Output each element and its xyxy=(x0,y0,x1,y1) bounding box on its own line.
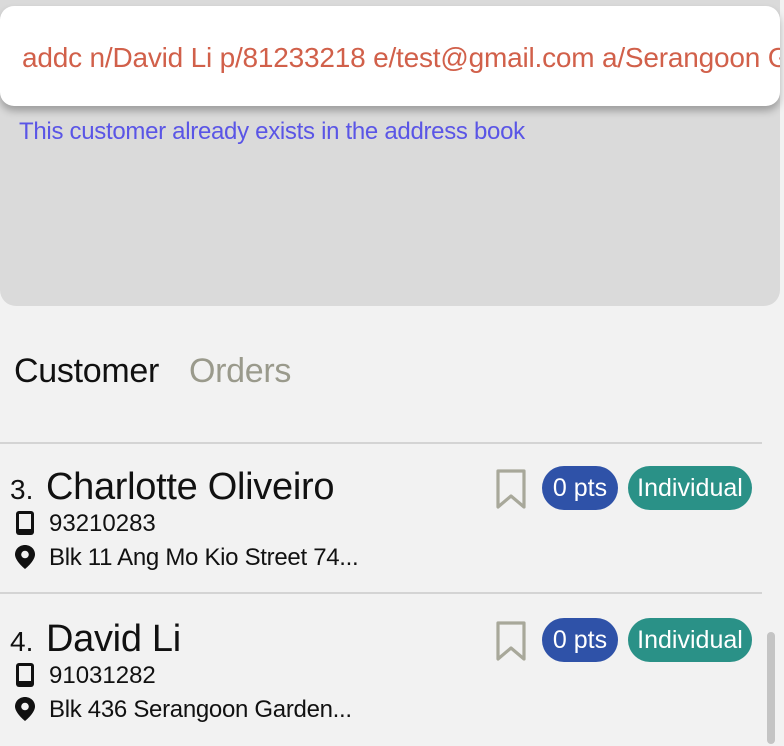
customer-index: 4. xyxy=(10,626,34,657)
points-badge: 0 pts xyxy=(542,618,618,662)
list-scrollbar[interactable] xyxy=(767,632,775,744)
points-badge: 0 pts xyxy=(542,466,618,510)
customer-card[interactable]: 3. Charlotte Oliveiro 0 pts Individual 9… xyxy=(0,444,762,594)
card-divider xyxy=(0,592,762,594)
feedback-message: This customer already exists in the addr… xyxy=(19,118,525,145)
tab-customer[interactable]: Customer xyxy=(14,352,159,391)
customer-address: Blk 11 Ang Mo Kio Street 74... xyxy=(49,544,359,571)
customer-card[interactable]: 4. David Li 0 pts Individual 91031282 Bl… xyxy=(0,596,762,746)
customer-name: Charlotte Oliveiro xyxy=(46,466,335,508)
customer-type-badge: Individual xyxy=(628,618,752,662)
customer-name: David Li xyxy=(46,618,181,660)
tab-orders[interactable]: Orders xyxy=(189,352,291,391)
customer-phone: 93210283 xyxy=(49,510,156,537)
command-input-text[interactable]: addc n/David Li p/81233218 e/test@gmail.… xyxy=(22,42,780,74)
location-pin-icon xyxy=(15,545,35,569)
customer-phone: 91031282 xyxy=(49,662,156,689)
customer-address: Blk 436 Serangoon Garden... xyxy=(49,696,352,723)
location-pin-icon xyxy=(15,697,35,721)
phone-icon xyxy=(16,511,34,535)
customer-type-badge: Individual xyxy=(628,466,752,510)
command-input-box[interactable]: addc n/David Li p/81233218 e/test@gmail.… xyxy=(0,6,780,106)
customer-index: 3. xyxy=(10,474,34,505)
bookmark-icon[interactable] xyxy=(494,468,528,510)
bookmark-icon[interactable] xyxy=(494,620,528,662)
phone-icon xyxy=(16,663,34,687)
